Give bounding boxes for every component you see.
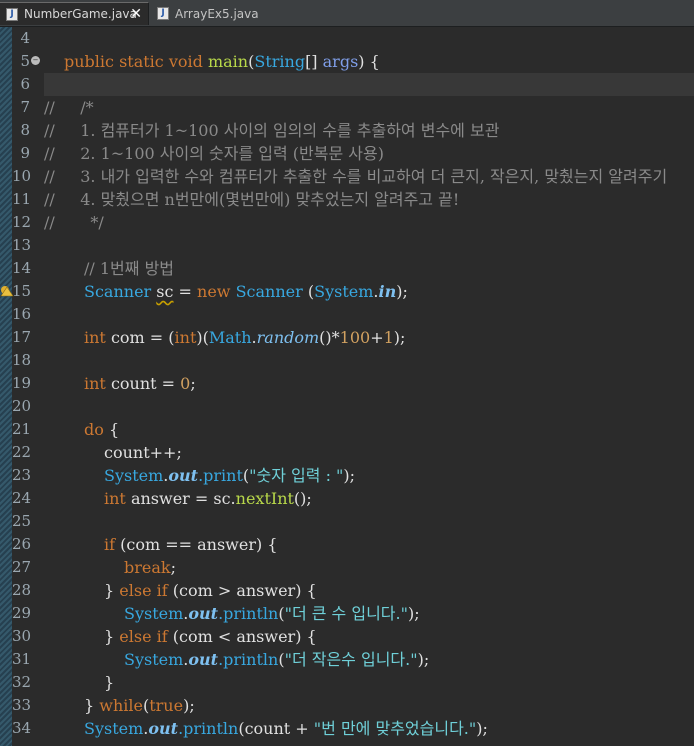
line-number: 30 <box>12 627 32 645</box>
java-file-icon: J <box>6 7 18 21</box>
code-line-5[interactable]: public static void main(String[] args) { <box>64 50 380 73</box>
line-number: 22 <box>12 443 32 461</box>
code-line-11[interactable]: // 4. 맞췄으면 n번만에(몇번만에) 맞추었는지 알려주고 끝! <box>44 188 459 211</box>
line-number: 15 <box>12 282 32 300</box>
code-line-33[interactable]: } while(true); <box>84 694 195 717</box>
code-line-8[interactable]: // 1. 컴퓨터가 1~100 사이의 임의의 수를 추출하여 변수에 보관 <box>44 119 499 142</box>
line-number: 26 <box>12 535 32 553</box>
line-number: 27 <box>12 558 32 576</box>
code-line-31[interactable]: System.out.println("더 작은수 입니다."); <box>124 648 429 671</box>
tab-label: ArrayEx5.java <box>175 6 259 21</box>
line-number: 21 <box>12 420 32 438</box>
tab-arrayex5[interactable]: J ArrayEx5.java <box>151 2 261 25</box>
tab-label: NumberGame.java <box>24 7 137 21</box>
close-tab-icon[interactable]: ✕ <box>130 6 142 22</box>
editor-tab-bar: J NumberGame.java ✕ J ArrayEx5.java <box>0 0 694 27</box>
line-number: 25 <box>12 512 32 530</box>
code-line-14[interactable]: // 1번째 방법 <box>84 257 174 280</box>
line-number: 16 <box>12 305 32 323</box>
line-number: 17 <box>12 328 32 346</box>
line-number: 20 <box>12 397 32 415</box>
code-line-27[interactable]: break; <box>124 556 176 579</box>
code-line-23[interactable]: System.out.print("숫자 입력 : "); <box>104 464 355 487</box>
code-line-9[interactable]: // 2. 1~100 사이의 숫자를 입력 (반복문 사용) <box>44 142 384 165</box>
line-number: 34 <box>12 719 32 737</box>
line-number: 11 <box>12 190 32 208</box>
current-line-highlight <box>44 73 694 96</box>
line-number: 29 <box>12 604 32 622</box>
code-line-15[interactable]: Scanner sc = new Scanner (System.in); <box>84 280 408 303</box>
line-number: 13 <box>12 236 32 254</box>
code-line-29[interactable]: System.out.println("더 큰 수 입니다."); <box>124 602 420 625</box>
code-line-30[interactable]: } else if (com < answer) { <box>104 625 317 648</box>
code-line-7[interactable]: // /* <box>44 96 94 119</box>
code-line-28[interactable]: } else if (com > answer) { <box>104 579 317 602</box>
code-line-34[interactable]: System.out.println(count + "번 만에 맞추었습니다.… <box>84 717 488 740</box>
code-line-32[interactable]: } <box>104 671 114 694</box>
code-line-21[interactable]: do { <box>84 418 119 441</box>
code-line-10[interactable]: // 3. 내가 입력한 수와 컴퓨터가 추출한 수를 비교하여 더 큰지, 작… <box>44 165 667 188</box>
java-file-icon: J <box>157 7 169 20</box>
line-number: 7 <box>20 98 30 116</box>
line-number: 18 <box>12 351 32 369</box>
line-number: 28 <box>12 581 32 599</box>
line-number: 4 <box>20 29 30 47</box>
code-line-24[interactable]: int answer = sc.nextInt(); <box>104 487 312 510</box>
line-number: 19 <box>12 374 32 392</box>
line-number: 31 <box>12 650 32 668</box>
line-number: 33 <box>12 696 32 714</box>
line-number: 12 <box>12 213 32 231</box>
line-number: 8 <box>20 121 30 139</box>
line-number: 23 <box>12 466 32 484</box>
overview-ruler <box>0 27 12 746</box>
fold-collapse-icon[interactable]: − <box>31 56 40 65</box>
line-number: 10 <box>12 167 32 185</box>
code-line-26[interactable]: if (com == answer) { <box>104 533 278 556</box>
code-line-12[interactable]: // */ <box>44 211 104 234</box>
line-number: 9 <box>20 144 30 162</box>
code-line-19[interactable]: int count = 0; <box>84 372 196 395</box>
tab-numbergame[interactable]: J NumberGame.java ✕ <box>0 2 149 25</box>
code-line-17[interactable]: int com = (int)(Math.random()*100+1); <box>84 326 405 349</box>
line-number: 14 <box>12 259 32 277</box>
line-number: 24 <box>12 489 32 507</box>
code-line-22[interactable]: count++; <box>104 441 182 464</box>
line-number: 5 <box>20 52 30 70</box>
line-number: 6 <box>20 75 30 93</box>
line-number: 32 <box>12 673 32 691</box>
